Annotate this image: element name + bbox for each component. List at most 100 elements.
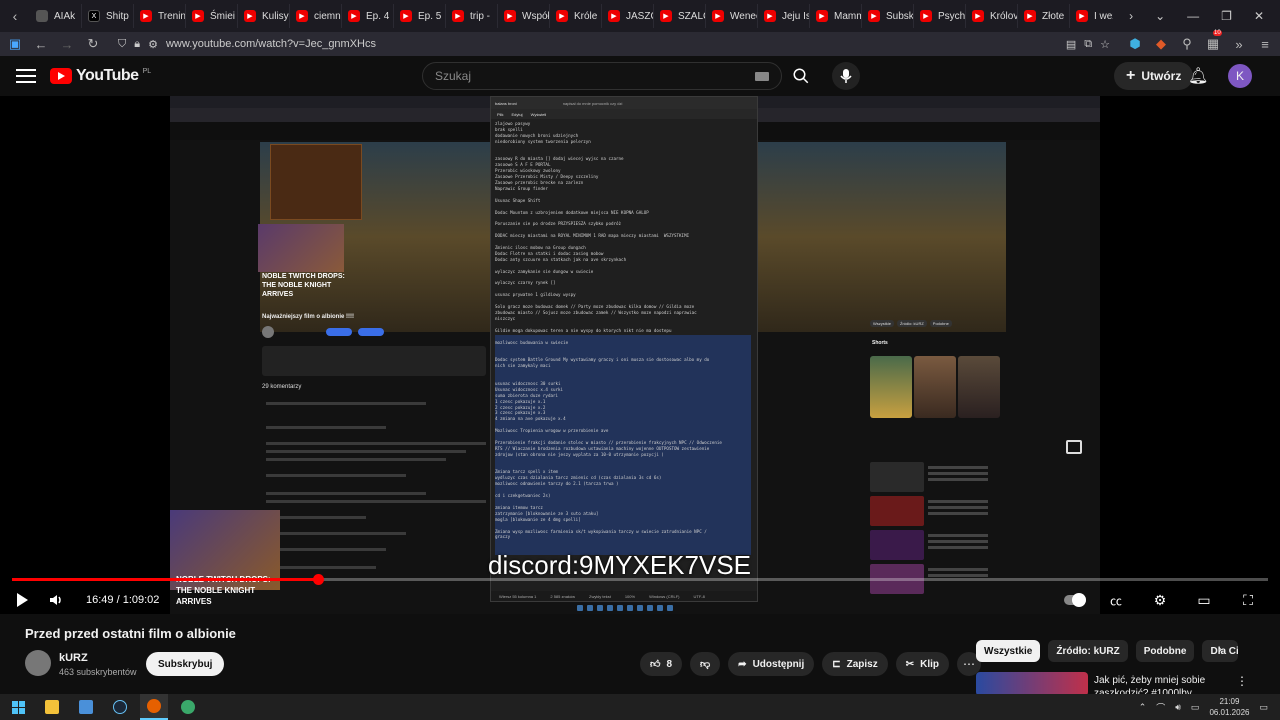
play-button[interactable] [8, 586, 36, 614]
browser-tab[interactable]: ▶ trip - [446, 4, 498, 28]
network-icon[interactable]: ⌒ [1156, 701, 1165, 714]
miniplayer-icon[interactable]: ▭ [1190, 586, 1218, 614]
browser-tab[interactable]: ▶ Psych [914, 4, 966, 28]
notifications-bell-icon[interactable]: 🔔︎ [1188, 66, 1208, 86]
fullscreen-icon[interactable]: ⛶ [1234, 586, 1262, 614]
browser-tab[interactable]: ▶ Złote [1018, 4, 1070, 28]
browser-tab[interactable]: ▶ Jeju Is [758, 4, 810, 28]
browser-tab[interactable]: ▶ Królov [966, 4, 1018, 28]
settings-gear-icon[interactable]: ⚙ [1146, 586, 1174, 614]
browser-tab[interactable]: X Shitp [82, 4, 134, 28]
overflow-chevron-icon[interactable]: » [1232, 37, 1246, 52]
battery-icon[interactable]: ▭ [1191, 702, 1200, 713]
close-window-icon[interactable]: ✕ [1254, 9, 1264, 23]
share-button[interactable]: ➦ Udostępnij [728, 652, 815, 676]
screenshot-icon[interactable]: ⧉ [1084, 38, 1092, 51]
browser-tab[interactable]: AIAk [30, 4, 82, 28]
dislike-button[interactable]: 👎︎ [690, 652, 721, 676]
browser-tab[interactable]: ▶ Mamm [810, 4, 862, 28]
start-windows-icon[interactable] [4, 694, 32, 720]
forward-icon[interactable]: → [60, 37, 74, 52]
tracking-protection-icon[interactable]: ⛉ [118, 38, 126, 51]
create-button[interactable]: + Utwórz [1114, 62, 1194, 90]
app-icon-gear[interactable] [174, 694, 202, 720]
extension-fox-icon[interactable]: ◆ [1154, 36, 1168, 52]
browser-tab[interactable]: ▶ SZALC [654, 4, 706, 28]
speaker-icon[interactable]: 🔊︎ [1175, 702, 1181, 713]
maximize-window-icon[interactable]: ❐ [1221, 9, 1232, 23]
progress-bar[interactable] [12, 574, 1268, 585]
notifications-extension-icon[interactable]: ▦ 10 [1206, 30, 1222, 52]
progress-scrubber-handle[interactable] [312, 574, 324, 585]
subtitles-icon[interactable]: ㏄ [1102, 586, 1130, 614]
browser-tab[interactable]: ▶ I weź [1070, 4, 1113, 28]
notepad-menu-item: Plik [497, 111, 504, 117]
youtube-favicon-icon: ▶ [504, 10, 516, 22]
browser-tab[interactable]: ▶ Współ [498, 4, 550, 28]
minimize-window-icon[interactable]: — [1187, 9, 1199, 23]
browser-tab-label: Jeju Is [782, 10, 810, 22]
related-video-menu-icon[interactable]: ⋮ [1236, 674, 1248, 688]
tab-list-dropdown-icon[interactable]: ⌄ [1155, 9, 1165, 23]
recorded-knight-thumbnail [258, 224, 344, 272]
browser-tab[interactable]: ▶ Wenec [706, 4, 758, 28]
tray-overflow-icon[interactable]: ⌃ [1139, 702, 1147, 713]
browser-tab[interactable]: ▶ Trenin [134, 4, 186, 28]
picture-in-picture-icon[interactable] [1066, 440, 1082, 454]
notification-center-icon[interactable]: ▭ [1259, 702, 1268, 713]
video-player[interactable]: NOBLE TWITCH DROPS: THE NOBLE KNIGHT ARR… [0, 96, 1280, 614]
channel-avatar[interactable] [25, 650, 51, 676]
taskbar-clock[interactable]: 21:09 06.01.2026 [1209, 696, 1249, 718]
video-title: Przed przed ostatni film o albionie [25, 626, 236, 641]
monitor-app-icon[interactable] [72, 694, 100, 720]
filter-chip[interactable]: Źródło: kURZ [1048, 640, 1128, 662]
steam-icon[interactable] [106, 694, 134, 720]
guide-menu-icon[interactable] [16, 69, 36, 83]
clip-button[interactable]: ✂ Klip [895, 652, 950, 676]
permissions-icon[interactable]: ⚙ [148, 38, 158, 51]
filter-chip[interactable]: Wszystkie [976, 640, 1041, 662]
sidebar-toggle-icon[interactable]: ▣ [8, 36, 22, 52]
search-button[interactable] [782, 62, 820, 90]
filter-chip[interactable]: Podobne [1135, 640, 1195, 662]
app-menu-icon[interactable]: ≡ [1258, 37, 1272, 52]
file-explorer-icon[interactable] [38, 694, 66, 720]
voice-search-button[interactable] [832, 62, 860, 90]
autoplay-toggle[interactable] [1064, 593, 1086, 607]
browser-tab[interactable]: ▶ Ep. 4 [342, 4, 394, 28]
save-button[interactable]: ⊏ Zapisz [822, 652, 888, 676]
bookmark-star-icon[interactable]: ☆ [1100, 38, 1110, 51]
youtube-logo[interactable]: YouTube PL [50, 67, 151, 85]
firefox-icon[interactable] [140, 694, 168, 720]
tab-scroll-left-icon[interactable]: ‹ [0, 0, 30, 32]
chips-next-chevron-icon[interactable]: › [1218, 642, 1222, 656]
address-bar[interactable]: ⛉ 🔒︎ ⚙ www.youtube.com/watch?v=Jec_gnmXH… [112, 33, 1116, 55]
virtual-keyboard-icon[interactable] [755, 71, 769, 81]
browser-tab[interactable]: ▶ JASZC [602, 4, 654, 28]
browser-tab[interactable]: ▶ Kulisy [238, 4, 290, 28]
related-video-thumbnail[interactable] [976, 672, 1088, 696]
extensions-icon[interactable]: ⚲ [1180, 36, 1194, 52]
reader-view-icon[interactable]: ▤ [1066, 38, 1076, 51]
notepad-menu-item: Wyświetl [530, 111, 547, 117]
subscribe-button[interactable]: Subskrybuj [146, 652, 225, 676]
account-avatar[interactable]: K [1228, 64, 1252, 88]
search-input[interactable] [423, 69, 755, 83]
tab-scroll-right-icon[interactable]: › [1129, 9, 1133, 23]
browser-tab[interactable]: ▶ Króle [550, 4, 602, 28]
reload-icon[interactable]: ↻ [86, 36, 100, 52]
browser-tab[interactable]: ▶ ciemn [290, 4, 342, 28]
recorded-rec-text-line [928, 466, 988, 469]
browser-tab[interactable]: ▶ Ep. 5 [394, 4, 446, 28]
browser-tab[interactable]: ▶ Śmiei [186, 4, 238, 28]
channel-name[interactable]: kURZ [59, 652, 88, 664]
vpn-icon[interactable]: ⬢ [1128, 36, 1142, 52]
recorded-chip: Wszystkie [870, 320, 894, 327]
like-button[interactable]: 👍︎ 8 [640, 652, 683, 676]
browser-tab[interactable]: ▶ Subsk [862, 4, 914, 28]
url-text[interactable]: www.youtube.com/watch?v=Jec_gnmXHcs [166, 38, 1058, 50]
volume-button[interactable] [42, 586, 70, 614]
back-icon[interactable]: ← [34, 37, 48, 52]
recorded-rec-thumb-1 [870, 462, 924, 492]
lock-icon[interactable]: 🔒︎ [134, 38, 140, 51]
